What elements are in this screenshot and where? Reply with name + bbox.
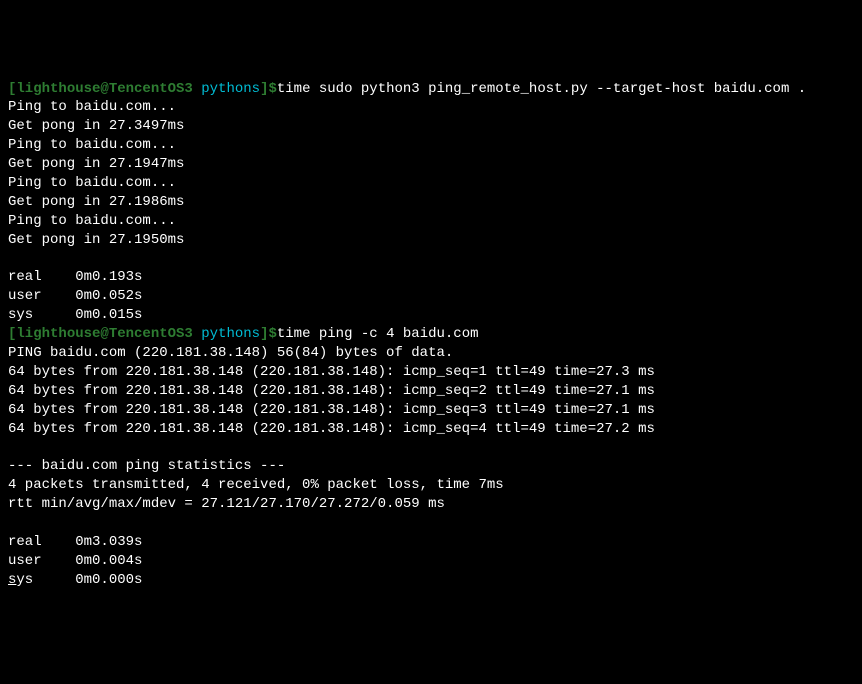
output2-line-0: PING baidu.com (220.181.38.148) 56(84) b… [8,344,854,363]
prompt-path: pythons [201,81,260,97]
output1-line-0: Ping to baidu.com... [8,98,854,117]
output1-line-3: Get pong in 27.1947ms [8,155,854,174]
prompt-bracket-close: ]$ [260,326,277,342]
output2-line-2: 64 bytes from 220.181.38.148 (220.181.38… [8,382,854,401]
terminal-output[interactable]: [lighthouse@TencentOS3 pythons]$time sud… [8,80,854,590]
output2-line-3: 64 bytes from 220.181.38.148 (220.181.38… [8,401,854,420]
output2-line-6: --- baidu.com ping statistics --- [8,457,854,476]
output1-line-1: Get pong in 27.3497ms [8,117,854,136]
prompt-user-host: lighthouse@TencentOS3 [16,326,201,342]
output2-line-1: 64 bytes from 220.181.38.148 (220.181.38… [8,363,854,382]
output1-line-11: sys 0m0.015s [8,306,854,325]
output1-line-9: real 0m0.193s [8,268,854,287]
output1-line-2: Ping to baidu.com... [8,136,854,155]
output1-line-10: user 0m0.052s [8,287,854,306]
output1-line-8 [8,250,854,269]
command-text: time ping -c 4 baidu.com [277,326,479,342]
output2-line-11: user 0m0.004s [8,552,854,571]
output2-line-7: 4 packets transmitted, 4 received, 0% pa… [8,476,854,495]
output1-line-5: Get pong in 27.1986ms [8,193,854,212]
command-text: time sudo python3 ping_remote_host.py --… [277,81,806,97]
output2-line-10: real 0m3.039s [8,533,854,552]
output2-line-4: 64 bytes from 220.181.38.148 (220.181.38… [8,420,854,439]
output2-line-5 [8,438,854,457]
last-line-rest: ys 0m0.000s [16,572,142,588]
prompt-line-2: [lighthouse@TencentOS3 pythons]$time pin… [8,325,854,344]
output2-line-8: rtt min/avg/max/mdev = 27.121/27.170/27.… [8,495,854,514]
prompt-bracket-close: ]$ [260,81,277,97]
last-output-line: sys 0m0.000s [8,571,854,590]
prompt-line-1: [lighthouse@TencentOS3 pythons]$time sud… [8,80,854,99]
output1-line-6: Ping to baidu.com... [8,212,854,231]
prompt-path: pythons [201,326,260,342]
output1-line-4: Ping to baidu.com... [8,174,854,193]
output1-line-7: Get pong in 27.1950ms [8,231,854,250]
prompt-user-host: lighthouse@TencentOS3 [16,81,201,97]
cursor: s [8,572,16,588]
